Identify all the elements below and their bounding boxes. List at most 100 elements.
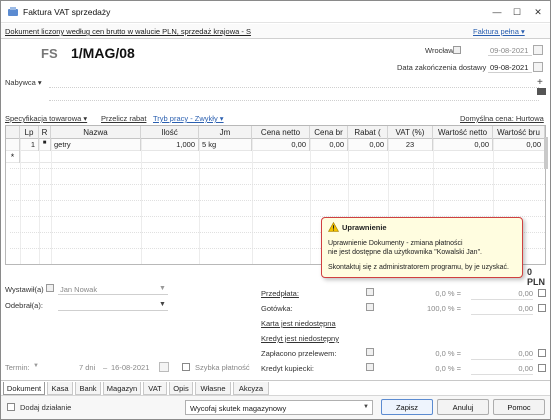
delivery-date-field[interactable]: 09-08-2021	[488, 61, 532, 73]
maximize-button[interactable]: ☐	[509, 5, 525, 19]
term-date[interactable]: 16-08-2021	[111, 363, 149, 372]
cash-percent[interactable]: 100,0 % =	[391, 304, 461, 315]
row-gross-price[interactable]: 0,00	[310, 139, 348, 151]
table-header: Lp R Nazwa Ilość Jm Cena netto Cena br R…	[6, 126, 545, 139]
place-picker-icon[interactable]	[453, 46, 461, 54]
table-row[interactable]: 1 ■ getry 1,000 5 kg 0,00 0,00 0,00 23 0…	[6, 139, 545, 151]
header-name[interactable]: Nazwa	[51, 126, 141, 139]
term-days[interactable]: 7 dni	[79, 363, 95, 372]
add-action-checkbox[interactable]	[7, 403, 15, 411]
grid-line	[39, 139, 40, 264]
header-unit[interactable]: Jm	[199, 126, 252, 139]
prepay-picker-icon[interactable]	[366, 288, 374, 296]
cash-picker-icon[interactable]	[366, 303, 374, 311]
received-by-dropdown-icon[interactable]: ▼	[159, 301, 166, 308]
prepay-checkbox[interactable]	[538, 289, 546, 297]
tab-wlasne[interactable]: Własne	[195, 382, 231, 395]
warehouse-effect-value: Wycofaj skutek magazynowy	[190, 404, 287, 413]
document-number[interactable]: 1/MAG/08	[71, 45, 135, 61]
term-label: Termin:	[5, 363, 30, 372]
work-mode-link[interactable]: Tryb pracy - Zwykły ▾	[153, 114, 224, 123]
row-unit[interactable]: 5 kg	[199, 139, 252, 151]
tab-dokument[interactable]: Dokument	[3, 382, 45, 395]
buyer-label[interactable]: Nabywca ▾	[5, 78, 42, 87]
transfer-checkbox[interactable]	[538, 349, 546, 357]
buyer-card-icon[interactable]	[537, 88, 546, 95]
row-net-price[interactable]: 0,00	[252, 139, 310, 151]
term-calendar-icon[interactable]	[159, 362, 169, 372]
received-by-label: Odebrał(a):	[5, 301, 43, 310]
header-net-value[interactable]: Wartość netto	[433, 126, 493, 139]
delivery-calendar-icon[interactable]	[533, 62, 543, 72]
grid-line	[51, 139, 52, 264]
pricing-description: Dokument liczony według cen brutto w wal…	[5, 27, 251, 36]
save-button[interactable]: Zapisz	[381, 399, 433, 415]
new-row-marker: *	[6, 151, 20, 163]
buyer-credit-picker-icon[interactable]	[366, 363, 374, 371]
invoice-kind-link[interactable]: Faktura pełna ▾	[473, 27, 525, 36]
tab-magazyn[interactable]: Magazyn	[103, 382, 141, 395]
received-by-field[interactable]	[58, 299, 168, 311]
prepay-label[interactable]: Przedpłata:	[261, 289, 299, 298]
buyer-line-2	[49, 100, 539, 101]
tab-kasa[interactable]: Kasa	[47, 382, 73, 395]
buyer-line-1	[49, 87, 539, 88]
grid-line	[20, 139, 21, 264]
prepay-percent[interactable]: 0,0 % =	[391, 289, 461, 300]
prepay-amount[interactable]: 0,00	[471, 289, 533, 300]
header-qty[interactable]: Ilość	[141, 126, 199, 139]
row-name[interactable]: getry	[51, 139, 141, 151]
issue-calendar-icon[interactable]	[533, 45, 543, 55]
row-vat[interactable]: 23	[388, 139, 433, 151]
row-discount[interactable]: 0,00	[348, 139, 388, 151]
help-button[interactable]: Pomoc	[493, 399, 545, 415]
row-qty[interactable]: 1,000	[141, 139, 199, 151]
total-amount: 0 PLN	[527, 267, 545, 287]
header-lp[interactable]: Lp	[20, 126, 39, 139]
minimize-button[interactable]: —	[489, 5, 505, 19]
warehouse-effect-select[interactable]: Wycofaj skutek magazynowy	[185, 400, 373, 415]
buyer-credit-percent[interactable]: 0,0 % =	[391, 364, 461, 375]
card-unavailable-link[interactable]: Karta jest niedostępna	[261, 319, 336, 328]
issued-by-picker-icon[interactable]	[46, 284, 54, 292]
cancel-button[interactable]: Anuluj	[437, 399, 489, 415]
header-r[interactable]: R	[39, 126, 51, 139]
close-button[interactable]: ✕	[530, 5, 546, 19]
credit-unavailable-link[interactable]: Kredyt jest niedostępny	[261, 334, 339, 343]
header-discount[interactable]: Rabat (	[348, 126, 388, 139]
transfer-amount[interactable]: 0,00	[471, 349, 533, 360]
popup-line-3: Skontaktuj się z administratorem program…	[328, 264, 509, 271]
buyer-credit-amount[interactable]: 0,00	[471, 364, 533, 375]
buyer-credit-checkbox[interactable]	[538, 364, 546, 372]
recalc-discount-link[interactable]: Przelicz rabat	[101, 114, 146, 123]
cash-checkbox[interactable]	[538, 304, 546, 312]
tab-bank[interactable]: Bank	[75, 382, 101, 395]
new-row[interactable]: *	[6, 151, 545, 163]
header-vat[interactable]: VAT (%)	[388, 126, 433, 139]
grid-scrollbar[interactable]	[544, 137, 548, 169]
tab-akcyza[interactable]: Akcyza	[233, 382, 269, 395]
quick-payment-checkbox[interactable]	[182, 363, 190, 371]
header-gross-value[interactable]: Wartość bru	[493, 126, 545, 139]
tab-opis[interactable]: Opis	[169, 382, 193, 395]
row-lp: 1	[20, 139, 39, 151]
invoice-window: Faktura VAT sprzedaży — ☐ ✕ Dokument lic…	[0, 0, 551, 420]
grid-row-line	[10, 184, 545, 185]
issue-date-field[interactable]: 09-08-2021	[488, 44, 532, 56]
select-dropdown-icon[interactable]: ▼	[363, 404, 369, 410]
issued-by-dropdown-icon[interactable]: ▼	[159, 285, 166, 292]
spec-label[interactable]: Specyfikacja towarowa ▾	[5, 114, 87, 123]
app-icon	[8, 7, 18, 16]
header-gross-price[interactable]: Cena br	[310, 126, 348, 139]
term-dropdown-icon[interactable]: ▼	[33, 363, 39, 369]
issued-by-field[interactable]: Jan Nowak	[58, 283, 168, 295]
term-separator: –	[103, 363, 108, 372]
tab-vat[interactable]: VAT	[143, 382, 167, 395]
default-price-link[interactable]: Domyślna cena: Hurtowa	[460, 114, 544, 123]
popup-title: Uprawnienie	[342, 223, 387, 232]
transfer-picker-icon[interactable]	[366, 348, 374, 356]
cash-amount[interactable]: 0,00	[471, 304, 533, 315]
header-net-price[interactable]: Cena netto	[252, 126, 310, 139]
transfer-percent[interactable]: 0,0 % =	[391, 349, 461, 360]
add-buyer-icon[interactable]: +	[537, 77, 543, 88]
